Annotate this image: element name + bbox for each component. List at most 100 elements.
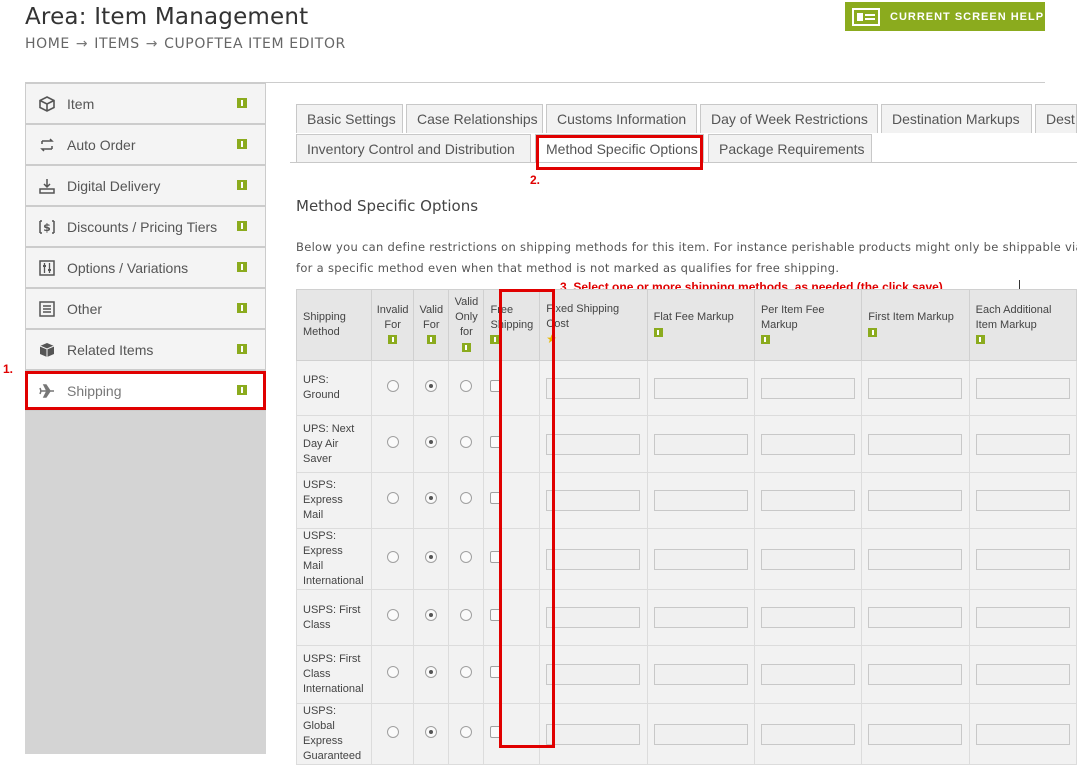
current-screen-help-button[interactable]: CURRENT SCREEN HELP	[845, 2, 1045, 31]
per-item-fee-markup-input[interactable]	[760, 664, 855, 685]
tab-package-requirements[interactable]: Package Requirements	[708, 134, 872, 163]
each-additional-item-markup-input[interactable]	[975, 377, 1070, 399]
fixed-shipping-cost-input[interactable]	[546, 377, 641, 399]
valid-radio[interactable]	[425, 609, 438, 621]
help-badge-icon[interactable]	[237, 344, 247, 354]
tab-inventory-control[interactable]: Inventory Control and Distribution	[296, 134, 531, 163]
help-badge-icon[interactable]	[388, 335, 398, 345]
tab-customs-information[interactable]: Customs Information	[546, 104, 697, 133]
sidebar-item-discounts[interactable]: $ Discounts / Pricing Tiers	[25, 206, 266, 247]
fixed-shipping-cost-input[interactable]	[546, 664, 641, 685]
each-additional-item-markup-input[interactable]	[975, 664, 1070, 685]
flat-fee-markup-input[interactable]	[653, 377, 748, 399]
valid-only-radio[interactable]	[460, 725, 473, 738]
annotation-step-2: 2.	[530, 173, 541, 187]
flat-fee-markup-input[interactable]	[653, 548, 748, 570]
per-item-fee-markup-input[interactable]	[760, 490, 855, 511]
sidebar-item-options[interactable]: Options / Variations	[25, 247, 266, 288]
help-badge-icon[interactable]	[868, 327, 878, 337]
sidebar-item-related-items[interactable]: Related Items	[25, 329, 266, 370]
invalid-radio[interactable]	[386, 550, 399, 563]
tab-case-relationships[interactable]: Case Relationships	[406, 104, 543, 133]
flat-fee-markup-input[interactable]	[653, 664, 748, 685]
help-badge-icon[interactable]	[426, 335, 436, 345]
valid-radio[interactable]	[425, 379, 438, 392]
valid-only-radio[interactable]	[460, 435, 473, 448]
sidebar-item-other[interactable]: Other	[25, 288, 266, 329]
header-label: Valid Only for	[454, 296, 479, 338]
valid-radio[interactable]	[425, 666, 438, 678]
per-item-fee-markup-input[interactable]	[760, 433, 855, 455]
per-item-fee-markup-input[interactable]	[760, 723, 855, 745]
invalid-radio[interactable]	[386, 492, 399, 504]
first-item-markup-input[interactable]	[868, 548, 963, 570]
first-item-markup-input[interactable]	[868, 490, 963, 511]
annotation-highlight-shipping	[25, 371, 266, 410]
sidebar-item-item[interactable]: Item	[25, 83, 266, 124]
first-item-markup-input[interactable]	[868, 377, 963, 399]
help-badge-icon[interactable]	[653, 327, 663, 337]
valid-radio[interactable]	[425, 550, 438, 563]
invalid-radio[interactable]	[386, 609, 399, 621]
breadcrumb-items[interactable]: ITEMS	[94, 36, 140, 52]
help-badge-icon[interactable]	[461, 342, 471, 352]
per-item-fee-markup-input[interactable]	[760, 548, 855, 570]
first-item-markup-input[interactable]	[868, 664, 963, 685]
help-badge-icon[interactable]	[975, 335, 985, 345]
header-first-item-markup: First Item Markup	[861, 289, 970, 361]
cell-valid-only	[448, 645, 485, 704]
invalid-radio[interactable]	[386, 435, 399, 448]
invalid-radio[interactable]	[386, 379, 399, 392]
help-badge-icon[interactable]	[237, 98, 247, 108]
each-additional-item-markup-input[interactable]	[975, 723, 1070, 745]
each-additional-item-markup-input[interactable]	[975, 490, 1070, 511]
valid-only-radio[interactable]	[460, 550, 473, 563]
sidebar-item-auto-order[interactable]: Auto Order	[25, 124, 266, 165]
valid-only-radio[interactable]	[460, 379, 473, 392]
sidebar-item-label: Discounts / Pricing Tiers	[67, 218, 218, 235]
first-item-markup-input[interactable]	[868, 607, 963, 628]
invalid-radio[interactable]	[386, 725, 399, 738]
valid-only-radio[interactable]	[460, 609, 473, 621]
valid-only-radio[interactable]	[460, 666, 473, 678]
fixed-shipping-cost-input[interactable]	[546, 607, 641, 628]
help-badge-icon[interactable]	[760, 335, 770, 345]
help-badge-icon[interactable]	[237, 303, 247, 313]
valid-radio[interactable]	[425, 435, 438, 448]
fixed-shipping-cost-input[interactable]	[546, 548, 641, 570]
flat-fee-markup-input[interactable]	[653, 607, 748, 628]
tab-basic-settings[interactable]: Basic Settings	[296, 104, 403, 133]
cell-valid-only	[448, 528, 485, 590]
fixed-shipping-cost-input[interactable]	[546, 433, 641, 455]
help-badge-icon[interactable]	[237, 180, 247, 190]
header-valid-for: Valid For	[413, 289, 450, 361]
tab-destination-markups[interactable]: Destination Markups	[881, 104, 1032, 133]
download-icon	[38, 177, 56, 195]
fixed-shipping-cost-input[interactable]	[546, 723, 641, 745]
first-item-markup-input[interactable]	[868, 433, 963, 455]
valid-radio[interactable]	[425, 725, 438, 738]
shipping-method-name: UPS: Ground	[295, 360, 373, 416]
flat-fee-markup-input[interactable]	[653, 490, 748, 511]
fixed-shipping-cost-input[interactable]	[546, 490, 641, 511]
per-item-fee-markup-input[interactable]	[760, 607, 855, 628]
annotation-step-1: 1.	[3, 362, 14, 376]
help-badge-icon[interactable]	[237, 262, 247, 272]
flat-fee-markup-input[interactable]	[653, 723, 748, 745]
invalid-radio[interactable]	[386, 666, 399, 678]
breadcrumb-home[interactable]: HOME	[25, 36, 70, 52]
sidebar-item-digital-delivery[interactable]: Digital Delivery	[25, 165, 266, 206]
flat-fee-markup-input[interactable]	[653, 433, 748, 455]
each-additional-item-markup-input[interactable]	[975, 607, 1070, 628]
each-additional-item-markup-input[interactable]	[975, 548, 1070, 570]
each-additional-item-markup-input[interactable]	[975, 433, 1070, 455]
tab-destination-truncated[interactable]: Dest	[1035, 104, 1077, 133]
per-item-fee-markup-input[interactable]	[760, 377, 855, 399]
valid-radio[interactable]	[425, 492, 438, 504]
valid-only-radio[interactable]	[460, 492, 473, 504]
help-badge-icon[interactable]	[237, 221, 247, 231]
tab-day-of-week-restrictions[interactable]: Day of Week Restrictions	[700, 104, 878, 133]
help-badge-icon[interactable]	[237, 139, 247, 149]
help-screen-icon	[852, 7, 880, 26]
first-item-markup-input[interactable]	[868, 723, 963, 745]
